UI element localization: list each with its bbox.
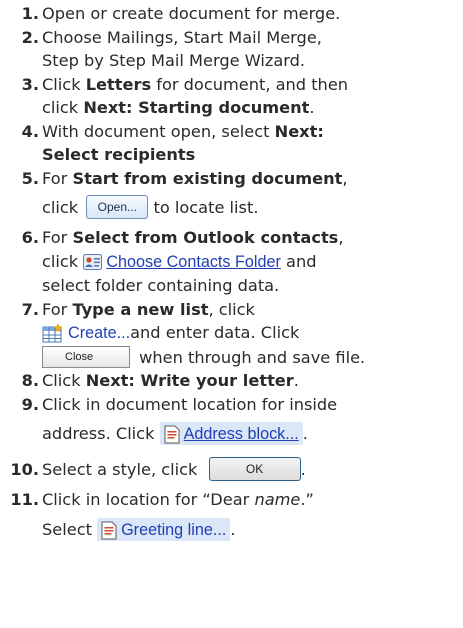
step-number: 4. — [21, 121, 39, 141]
step-text: and enter data. Click — [130, 323, 300, 342]
step-text: , — [342, 168, 348, 188]
step-text: select folder containing data. — [42, 276, 280, 295]
step-row: Select Greeting line.... — [42, 512, 463, 548]
contact-card-icon — [83, 254, 103, 270]
greeting-line-link[interactable]: Greeting line... — [121, 521, 226, 539]
step-text: Click in document location for inside — [42, 394, 338, 414]
step-text: . — [230, 519, 236, 539]
document-icon — [164, 425, 180, 444]
greeting-line-button[interactable]: Greeting line... — [97, 517, 231, 541]
close-button[interactable]: Close — [42, 345, 130, 368]
step-7: 7. For Type a new list, click Create...a… — [0, 298, 463, 370]
step-text: to locate list. — [148, 198, 259, 217]
ok-button[interactable]: OK — [208, 456, 301, 481]
step-text: Click — [42, 371, 86, 390]
step-6: 6. For Select from Outlook contacts, cli… — [0, 226, 463, 298]
step-8: 8. Click Next: Write your letter. — [0, 369, 463, 393]
step-term: Type a new list — [72, 299, 209, 319]
step-text: Choose Mailings, Start Mail Merge, — [42, 27, 322, 47]
step-text: for document, and then — [151, 74, 349, 94]
step-text: With document open, select — [42, 121, 275, 141]
step-number: 7. — [21, 299, 39, 319]
step-10: 10. Select a style, click OK. — [0, 452, 463, 488]
step-number: 8. — [21, 371, 39, 390]
step-4: 4. With document open, select Next: Sele… — [0, 120, 463, 167]
step-text: . — [309, 98, 315, 117]
step-number: 11. — [10, 490, 39, 509]
step-number: 6. — [21, 228, 39, 247]
create-list-icon — [42, 323, 64, 344]
step-text: For — [42, 228, 73, 247]
step-term: Select recipients — [42, 145, 196, 164]
step-text: Click in location for “Dear — [42, 490, 255, 509]
step-text: . — [300, 460, 306, 479]
step-row: click Open... to locate list. — [42, 190, 463, 226]
step-number: 2. — [21, 27, 39, 47]
step-1: 1. Open or create document for merge. — [0, 2, 463, 26]
step-text: click — [42, 198, 84, 217]
step-text: Select a style, click — [42, 460, 203, 479]
address-block-button[interactable]: Address block... — [159, 422, 303, 445]
step-text: Open or create document for merge. — [42, 4, 341, 23]
step-text: Step by Step Mail Merge Wizard. — [42, 51, 306, 70]
step-text: Select — [42, 519, 98, 539]
step-number: 10. — [10, 460, 39, 479]
step-term: Letters — [85, 74, 152, 94]
step-term: Select from Outlook contacts — [72, 228, 339, 247]
step-text: .” — [300, 490, 314, 509]
step-term: name — [254, 490, 301, 509]
step-text: click — [42, 251, 84, 271]
instruction-list: 1. Open or create document for merge. 2.… — [0, 2, 463, 548]
step-number: 1. — [21, 4, 39, 23]
step-9: 9. Click in document location for inside… — [0, 393, 463, 453]
step-text: and — [286, 251, 317, 271]
step-text: , click — [208, 299, 255, 319]
step-text: when through and save file. — [134, 347, 366, 367]
step-11: 11. Click in location for “Dear name.” S… — [0, 488, 463, 548]
step-2: 2. Choose Mailings, Start Mail Merge, St… — [0, 26, 463, 73]
step-term: Next: Starting document — [83, 98, 310, 117]
create-link[interactable]: Create... — [68, 324, 130, 342]
step-text: address. Click — [42, 424, 160, 443]
step-text: For — [42, 168, 73, 188]
step-row: address. Click Address block.... — [42, 416, 463, 452]
step-text: . — [302, 424, 308, 443]
open-button[interactable]: Open... — [86, 194, 149, 219]
document-icon — [101, 521, 117, 540]
step-text: Click — [42, 74, 86, 94]
step-text: , — [338, 228, 344, 247]
step-term: Next: Write your letter — [85, 371, 294, 390]
step-term: Start from existing document — [72, 168, 343, 188]
address-block-link[interactable]: Address block... — [184, 425, 299, 443]
step-3: 3. Click Letters for document, and then … — [0, 73, 463, 120]
step-number: 5. — [21, 168, 39, 188]
choose-contacts-folder-link[interactable]: Choose Contacts Folder — [106, 253, 281, 271]
step-text: . — [293, 371, 299, 390]
step-number: 9. — [21, 394, 39, 414]
step-text: For — [42, 299, 73, 319]
step-text: click — [42, 98, 84, 117]
step-number: 3. — [21, 74, 39, 94]
step-5: 5. For Start from existing document, cli… — [0, 167, 463, 227]
step-term: Next: — [274, 121, 324, 141]
